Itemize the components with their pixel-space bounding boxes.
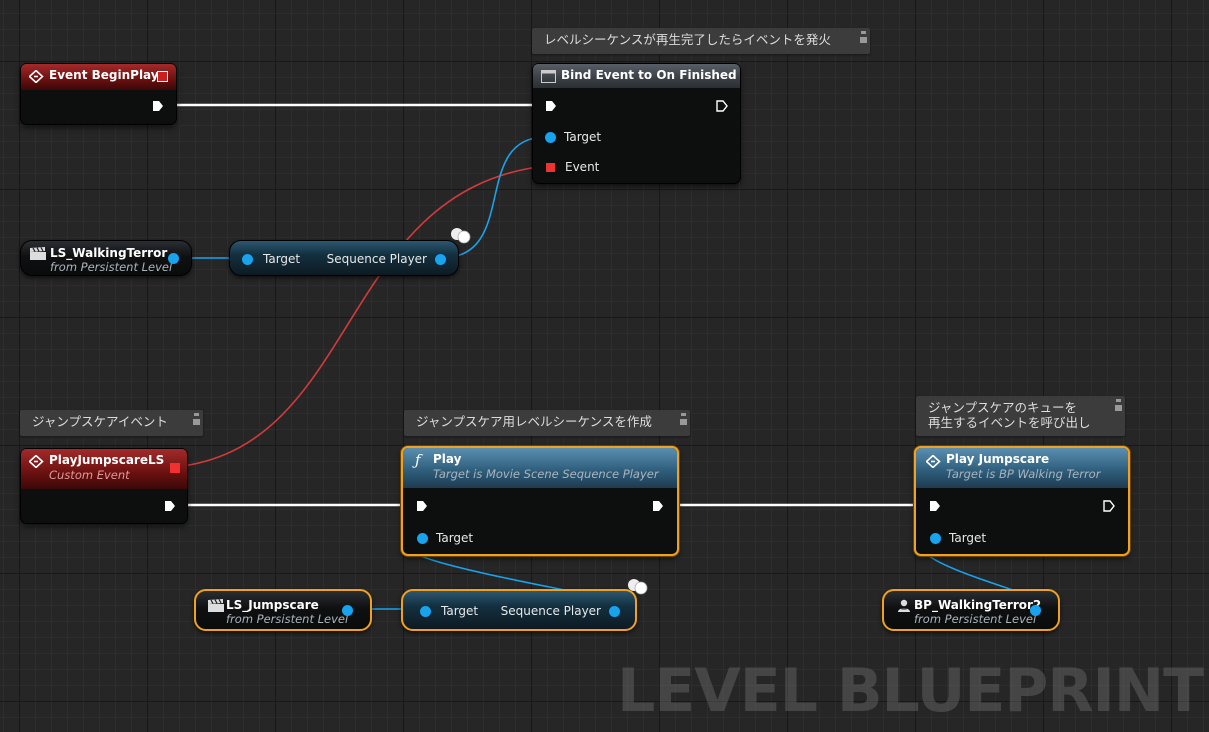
delegate-output-pin[interactable]: [157, 71, 168, 82]
target-input-pin[interactable]: [420, 605, 431, 617]
target-input-pin[interactable]: [930, 532, 941, 544]
node-title: Play Jumpscare: [946, 452, 1050, 466]
node-header: Bind Event to On Finished: [533, 64, 740, 88]
node-header: Play Jumpscare Target is BP Walking Terr…: [916, 448, 1128, 488]
target-input-pin[interactable]: [242, 253, 253, 265]
node-subtitle: from Persistent Level: [914, 612, 1037, 626]
comment-pin-icon[interactable]: [860, 31, 867, 45]
comment-text: レベルシーケンスが再生完了したらイベントを発火: [544, 32, 831, 47]
pin-row-event[interactable]: Event: [546, 160, 599, 174]
node-subtitle: from Persistent Level: [226, 612, 349, 626]
object-output-pin[interactable]: [168, 253, 179, 264]
comment-pin-icon[interactable]: [680, 413, 687, 427]
node-title: LS_WalkingTerror: [50, 246, 168, 260]
object-output-pin[interactable]: [342, 605, 353, 616]
comment-pin-icon[interactable]: [193, 413, 200, 427]
node-title: Bind Event to On Finished: [561, 68, 737, 82]
pin-row-target[interactable]: Target: [930, 531, 986, 545]
pin-label: Sequence Player: [326, 252, 427, 266]
comment-text-line1: ジャンプスケアのキューを: [928, 400, 1078, 415]
exec-output-pin[interactable]: [652, 500, 664, 512]
context-bubble-icon[interactable]: [627, 577, 649, 595]
node-subtitle: from Persistent Level: [50, 260, 173, 274]
pin-label: Target: [441, 604, 479, 618]
exec-input-pin[interactable]: [929, 500, 941, 512]
node-bp-walkingterror2[interactable]: BP_WalkingTerror2 from Persistent Level: [882, 589, 1060, 631]
comment-text: ジャンプスケアイベント: [32, 414, 168, 429]
event-diamond-icon: [29, 70, 44, 83]
node-title: PlayJumpscareLS: [49, 453, 165, 467]
clapperboard-icon: [208, 599, 224, 612]
pin-label: Event: [565, 160, 600, 174]
node-custom-event[interactable]: PlayJumpscareLS Custom Event: [20, 448, 188, 524]
pin-label: Sequence Player: [500, 604, 601, 618]
node-title: Event BeginPlay: [49, 68, 159, 82]
target-input-pin[interactable]: [545, 131, 556, 143]
object-output-pin[interactable]: [1030, 605, 1041, 616]
pin-label: Target: [263, 252, 301, 266]
pin-row-target[interactable]: Target: [242, 252, 300, 266]
pin-row-output[interactable]: Sequence Player: [501, 604, 620, 618]
pin-row-output[interactable]: Sequence Player: [327, 252, 446, 266]
pin-label: Target: [564, 130, 602, 144]
exec-output-pin[interactable]: [716, 100, 728, 112]
pin-label: Target: [949, 531, 987, 545]
pin-row-target[interactable]: Target: [417, 531, 473, 545]
comment-cue-note[interactable]: ジャンプスケアのキューを 再生するイベントを呼び出し: [916, 396, 1125, 436]
exec-output-pin[interactable]: [1103, 500, 1115, 512]
node-event-beginplay[interactable]: Event BeginPlay: [20, 63, 177, 125]
delegate-output-pin[interactable]: [170, 463, 180, 473]
event-diamond-icon: [926, 455, 941, 468]
exec-input-pin[interactable]: [545, 100, 557, 112]
pawn-actor-icon: [898, 599, 910, 612]
node-bind-event[interactable]: Bind Event to On Finished Target Event: [532, 63, 741, 184]
node-header: PlayJumpscareLS Custom Event: [21, 449, 187, 489]
node-title: BP_WalkingTerror2: [914, 598, 1042, 612]
comment-text: ジャンプスケア用レベルシーケンスを作成: [416, 414, 652, 429]
pin-label: Target: [436, 531, 474, 545]
sequence-player-output-pin[interactable]: [609, 605, 620, 617]
exec-output-pin[interactable]: [164, 500, 176, 512]
comment-jumpscare-event[interactable]: ジャンプスケアイベント: [20, 410, 203, 436]
function-icon: ƒ: [415, 451, 421, 469]
exec-output-pin[interactable]: [152, 100, 164, 112]
node-ls-walkingterror[interactable]: LS_WalkingTerror from Persistent Level: [20, 240, 192, 276]
event-input-pin[interactable]: [546, 162, 555, 172]
comment-create-ls[interactable]: ジャンプスケア用レベルシーケンスを作成: [404, 410, 690, 436]
node-sequence-player-2[interactable]: Target Sequence Player: [401, 589, 637, 631]
node-title: LS_Jumpscare: [226, 598, 319, 612]
context-bubble-icon[interactable]: [450, 226, 472, 244]
node-play[interactable]: ƒ Play Target is Movie Scene Sequence Pl…: [401, 446, 679, 556]
pin-row-target[interactable]: Target: [420, 604, 478, 618]
node-title: Play: [433, 452, 462, 466]
node-sequence-player-1[interactable]: Target Sequence Player: [229, 240, 459, 276]
clapperboard-icon: [30, 247, 46, 260]
event-diamond-icon: [29, 455, 44, 468]
node-ls-jumpscare[interactable]: LS_Jumpscare from Persistent Level: [194, 589, 372, 631]
pin-row-target[interactable]: Target: [545, 130, 601, 144]
node-subtitle: Target is Movie Scene Sequence Player: [433, 467, 659, 481]
node-subtitle: Custom Event: [49, 468, 130, 482]
exec-input-pin[interactable]: [416, 500, 428, 512]
node-header: ƒ Play Target is Movie Scene Sequence Pl…: [403, 448, 677, 488]
target-input-pin[interactable]: [417, 532, 428, 544]
comment-text-line2: 再生するイベントを呼び出し: [928, 415, 1091, 430]
comment-pin-icon[interactable]: [1115, 399, 1122, 413]
comment-bind-note[interactable]: レベルシーケンスが再生完了したらイベントを発火: [532, 28, 870, 54]
sequence-player-output-pin[interactable]: [435, 253, 446, 265]
node-subtitle: Target is BP Walking Terror: [946, 467, 1101, 481]
node-header: Event BeginPlay: [21, 64, 176, 90]
bind-event-icon: [541, 70, 556, 83]
node-play-jumpscare[interactable]: Play Jumpscare Target is BP Walking Terr…: [914, 446, 1130, 556]
